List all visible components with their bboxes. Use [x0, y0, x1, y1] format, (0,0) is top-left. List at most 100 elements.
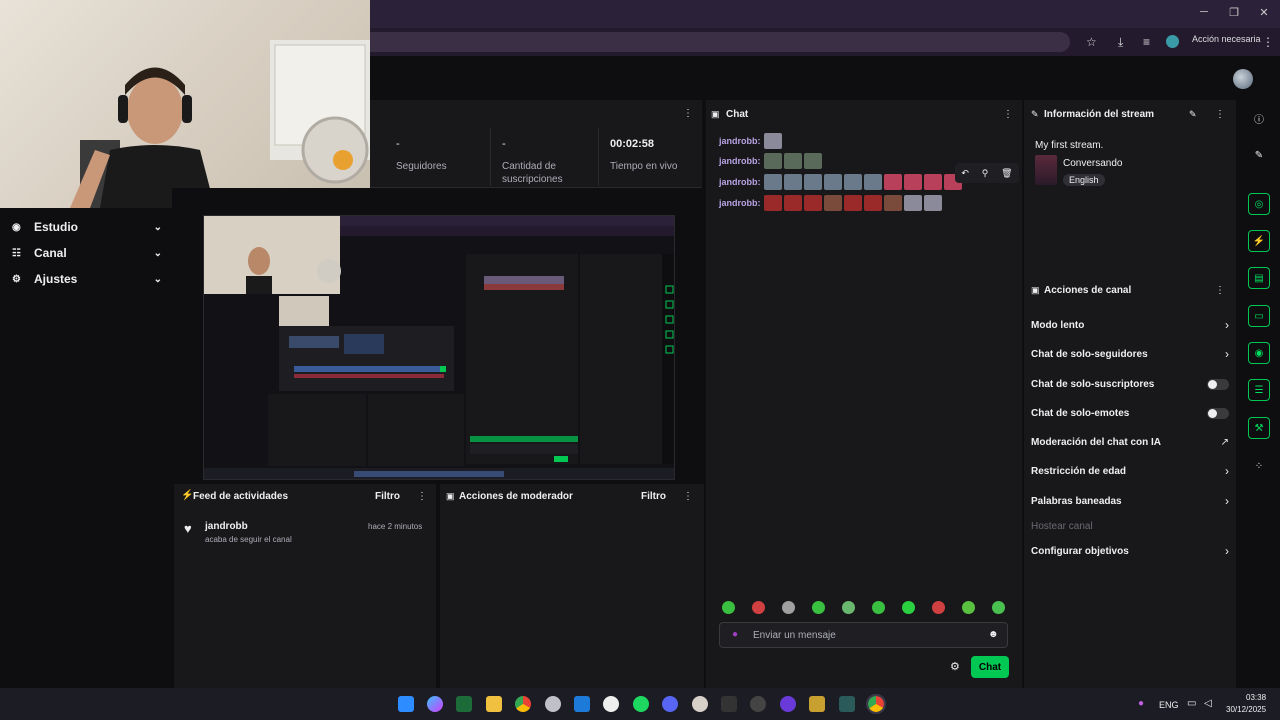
action-banned-words[interactable]: Palabras baneadas › [1031, 493, 1229, 509]
action-slow-mode[interactable]: Modo lento › [1031, 317, 1229, 333]
stream-info-title: Información del stream [1044, 109, 1155, 120]
app-icon[interactable] [692, 696, 708, 712]
copilot-icon[interactable] [427, 696, 443, 712]
address-input[interactable] [370, 32, 1070, 52]
profile-icon[interactable] [1166, 35, 1179, 48]
sidebar-item-estudio[interactable]: ◉ Estudio ⌄ [12, 216, 162, 238]
maximize-icon[interactable]: ❐ [1224, 6, 1244, 19]
document-icon[interactable]: ▤ [1248, 267, 1270, 289]
activity-menu-icon[interactable]: ⋮ [417, 491, 427, 502]
edit-icon[interactable]: ✎ [1189, 109, 1197, 120]
chat-settings-gear-icon[interactable]: ⚙ [950, 660, 960, 673]
nodes-icon[interactable]: ⁘ [1248, 455, 1270, 477]
action-followers-only[interactable]: Chat de solo-seguidores › [1031, 346, 1229, 362]
chat-menu-icon[interactable]: ⋮ [1003, 109, 1013, 120]
emote-picker-item[interactable] [992, 601, 1005, 614]
emote-picker-item[interactable] [962, 601, 975, 614]
microphone-icon[interactable]: ● [732, 629, 738, 640]
emote-picker-item[interactable] [752, 601, 765, 614]
chat-username[interactable]: jandrobb: [719, 177, 761, 187]
github-icon[interactable] [603, 696, 619, 712]
subs-only-toggle[interactable] [1207, 378, 1229, 390]
info-icon[interactable]: ⓘ [1248, 107, 1270, 129]
action-ai-moderation[interactable]: Moderación del chat con IA ↗ [1031, 434, 1229, 450]
layout-icon[interactable]: ☰ [1248, 379, 1270, 401]
app-icon[interactable] [839, 696, 855, 712]
clock-time[interactable]: 03:38 [1246, 693, 1266, 702]
action-age-restriction[interactable]: Restricción de edad › [1031, 463, 1229, 479]
emoji-icon[interactable]: ☻ [988, 629, 999, 640]
sidebar: ◉ Estudio ⌄ ☷ Canal ⌄ ⚙ Ajustes ⌄ [0, 208, 172, 688]
emote [843, 174, 862, 190]
camera-icon[interactable]: ◎ [1248, 193, 1270, 215]
search-icon[interactable] [545, 696, 561, 712]
channel-actions-menu-icon[interactable]: ⋮ [1215, 285, 1225, 296]
bookmark-star-icon[interactable]: ☆ [1086, 35, 1097, 49]
emote-picker-item[interactable] [782, 601, 795, 614]
app-icon[interactable] [809, 696, 825, 712]
clock-date[interactable]: 30/12/2025 [1226, 705, 1266, 714]
stats-menu-icon[interactable]: ⋮ [683, 108, 693, 119]
menu-dots-icon[interactable]: ⋮ [1262, 35, 1274, 49]
emote [843, 195, 862, 211]
discord-icon[interactable] [662, 696, 678, 712]
category-thumbnail[interactable] [1035, 155, 1057, 185]
activity-time: hace 2 minutos [368, 522, 423, 531]
recorder-icon[interactable] [750, 696, 766, 712]
audio-meter-icon[interactable] [721, 696, 737, 712]
delete-icon[interactable]: 🗑 [1001, 168, 1012, 179]
download-icon[interactable]: ⤓ [1118, 35, 1123, 50]
avatar[interactable] [1233, 69, 1253, 89]
emote-picker-item[interactable] [872, 601, 885, 614]
stream-info-menu-icon[interactable]: ⋮ [1215, 109, 1225, 120]
emote-picker-item[interactable] [902, 601, 915, 614]
mod-menu-icon[interactable]: ⋮ [683, 491, 693, 502]
sidebar-item-ajustes[interactable]: ⚙ Ajustes ⌄ [12, 268, 162, 290]
pin-icon[interactable]: ⚲ [982, 168, 989, 179]
chrome-icon[interactable] [515, 696, 531, 712]
external-link-icon: ↗ [1220, 436, 1229, 448]
stream-title: My first stream. [1035, 140, 1104, 151]
wrench-icon[interactable]: ⚒ [1248, 417, 1270, 439]
emote-picker-item[interactable] [842, 601, 855, 614]
chat-input[interactable]: ● Enviar un mensaje ☻ [719, 622, 1008, 648]
microphone-icon[interactable]: ● [1138, 698, 1144, 709]
emote-picker-item[interactable] [932, 601, 945, 614]
chat-send-button[interactable]: Chat [971, 656, 1009, 678]
vscode-icon[interactable] [574, 696, 590, 712]
broadcast-icon[interactable]: ◉ [1248, 342, 1270, 364]
chat-bubble-icon[interactable]: ▭ [1248, 305, 1270, 327]
activity-filter-button[interactable]: Filtro [375, 491, 400, 502]
emote [823, 174, 842, 190]
pencil-icon[interactable]: ✎ [1248, 144, 1270, 166]
chrome-active-icon[interactable] [866, 694, 886, 714]
chat-username[interactable]: jandrobb: [719, 136, 761, 146]
language-indicator[interactable]: ENG [1159, 700, 1179, 710]
emote [803, 153, 822, 169]
app-icon[interactable] [780, 696, 796, 712]
mod-filter-button[interactable]: Filtro [641, 491, 666, 502]
folder-icon[interactable] [486, 696, 502, 712]
emote-picker-item[interactable] [722, 601, 735, 614]
stream-preview[interactable] [203, 215, 675, 480]
sidebar-item-canal[interactable]: ☷ Canal ⌄ [12, 242, 162, 264]
action-goals[interactable]: Configurar objetivos › [1031, 543, 1229, 559]
activity-user[interactable]: jandrobb [205, 521, 248, 532]
lightning-icon[interactable]: ⚡ [1248, 230, 1270, 252]
reply-icon[interactable]: ↶ [961, 168, 969, 179]
chat-username[interactable]: jandrobb: [719, 156, 761, 166]
volume-icon[interactable]: ◁ [1204, 698, 1212, 709]
spotify-icon[interactable] [633, 696, 649, 712]
network-icon[interactable]: ▭ [1187, 698, 1196, 709]
media-control-icon[interactable]: ≡ [1143, 35, 1150, 49]
terminal-icon[interactable] [456, 696, 472, 712]
category-name[interactable]: Conversando [1063, 158, 1122, 169]
minimize-icon[interactable]: ─ [1194, 6, 1214, 18]
emote-picker-item[interactable] [812, 601, 825, 614]
emote-only-toggle[interactable] [1207, 407, 1229, 419]
windows-start-icon[interactable] [398, 696, 414, 712]
action-needed-button[interactable]: Acción necesaria [1192, 34, 1261, 44]
close-icon[interactable]: ✕ [1254, 6, 1274, 19]
chat-username[interactable]: jandrobb: [719, 198, 761, 208]
language-tag[interactable]: English [1063, 174, 1105, 186]
